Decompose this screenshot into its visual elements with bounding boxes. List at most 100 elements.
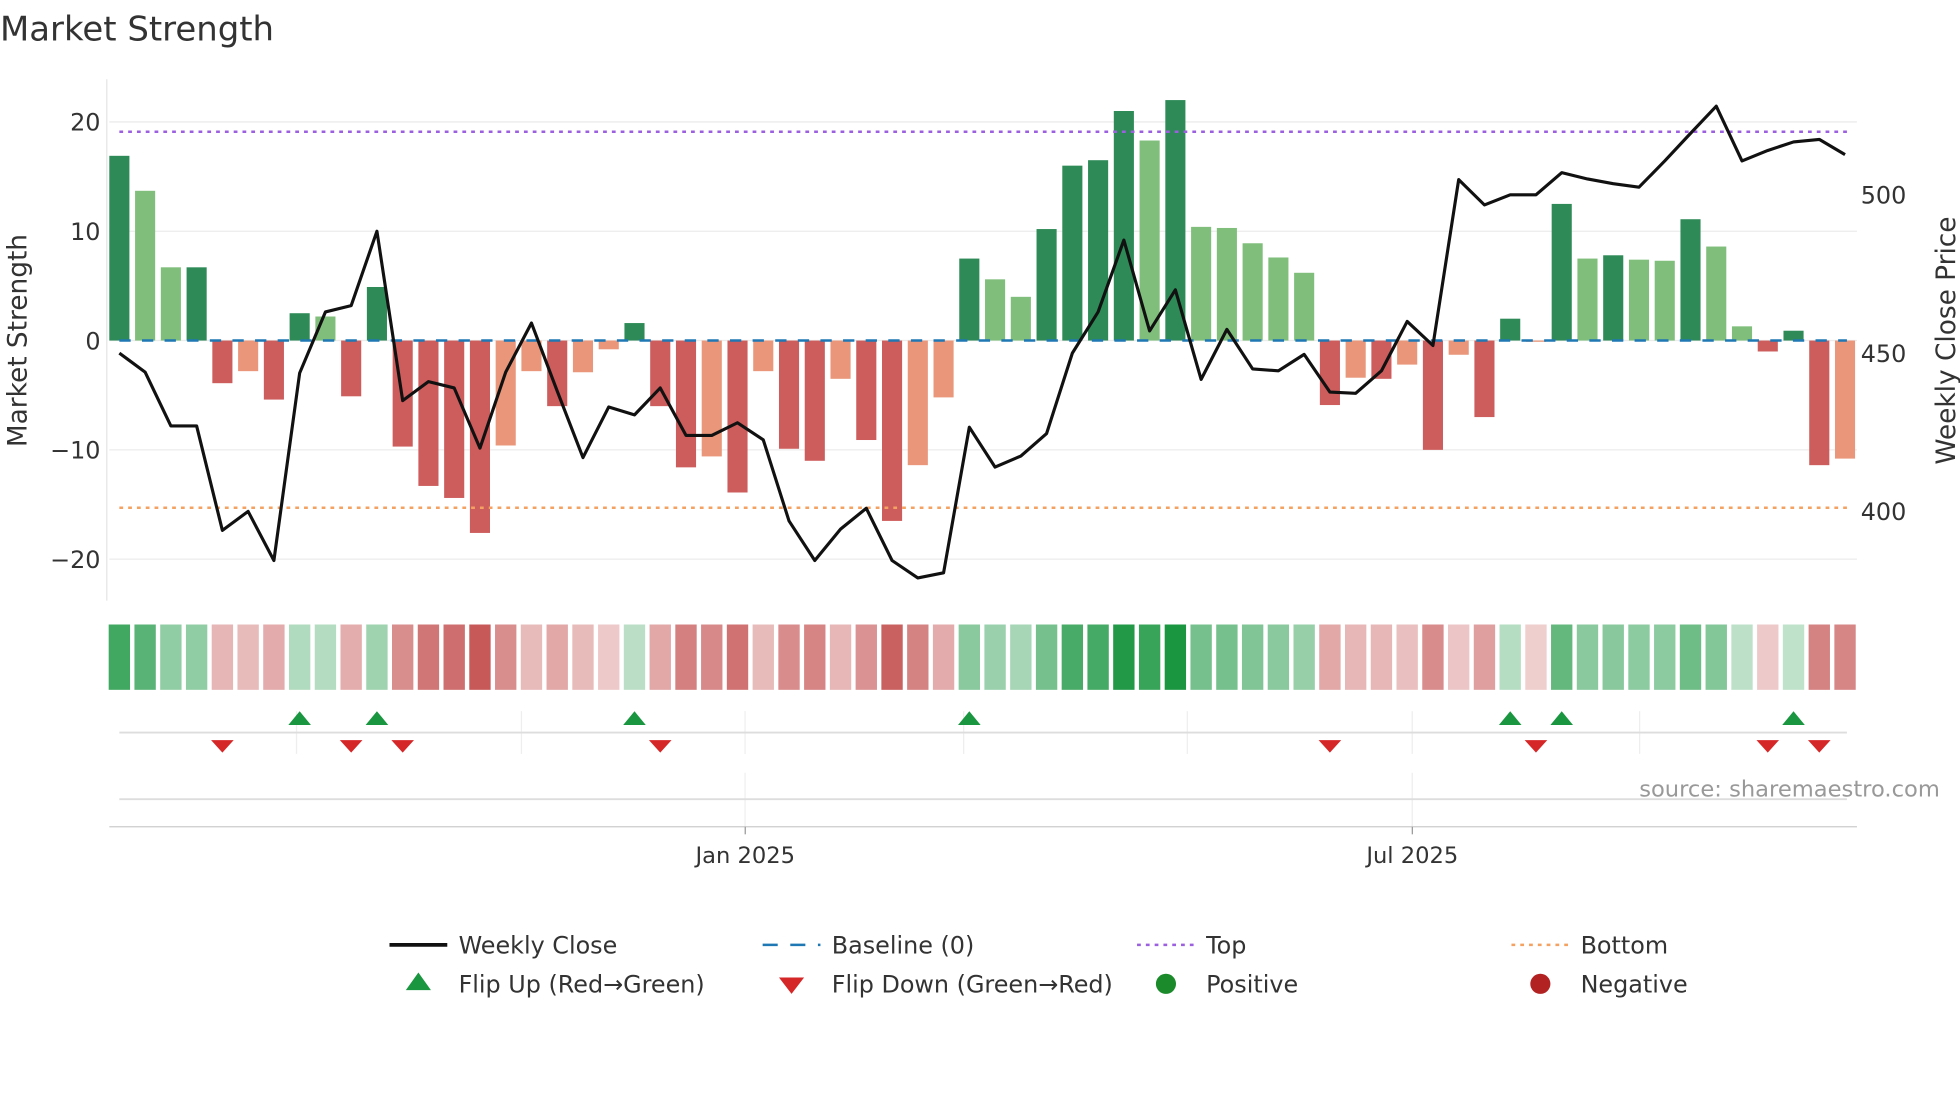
- heat-cell: [1113, 624, 1135, 690]
- heat-cell: [1190, 624, 1212, 690]
- strength-bar: [1448, 340, 1469, 355]
- strength-bar: [289, 313, 310, 341]
- strength-bar: [1062, 165, 1083, 341]
- legend-triangle-down-icon: [778, 977, 805, 994]
- strength-bar: [985, 279, 1006, 341]
- y-tick-label: −10: [50, 437, 100, 465]
- y-axis-label: Market Strength: [3, 234, 33, 447]
- legend-label: Top: [1205, 932, 1246, 960]
- heat-cell: [675, 624, 697, 690]
- strength-bar: [1783, 330, 1804, 341]
- strength-bar: [778, 340, 800, 449]
- heat-cell: [958, 624, 980, 690]
- legend-item[interactable]: Flip Up (Red→Green): [405, 971, 705, 999]
- strength-bar: [933, 340, 954, 398]
- heat-cell: [907, 624, 929, 690]
- heat-cell: [469, 624, 491, 690]
- heat-cell: [1679, 624, 1702, 690]
- heat-cell: [185, 624, 208, 690]
- strength-bar: [1191, 226, 1212, 341]
- legend-label: Flip Down (Green→Red): [832, 971, 1113, 999]
- flip-down-marker: [211, 740, 234, 753]
- heat-cell: [1319, 624, 1341, 690]
- heat-cell: [752, 624, 774, 690]
- heat-cell: [1473, 624, 1496, 690]
- y-tick-label: 20: [70, 109, 100, 137]
- strength-bar: [624, 323, 645, 341]
- legend-item[interactable]: Negative: [1530, 971, 1688, 999]
- legend-item[interactable]: Weekly Close: [389, 932, 617, 960]
- legend-item[interactable]: Baseline (0): [762, 932, 975, 960]
- legend-item[interactable]: Bottom: [1511, 932, 1668, 960]
- heat-cell: [1782, 624, 1805, 690]
- legend-item[interactable]: Flip Down (Green→Red): [778, 971, 1113, 999]
- flip-down-marker: [1524, 740, 1548, 753]
- heat-cell: [1370, 624, 1393, 690]
- strength-bar: [907, 340, 928, 466]
- strength-bar: [1628, 259, 1650, 341]
- legend-circle-icon: [1155, 973, 1176, 994]
- flip-down-marker: [1318, 740, 1342, 753]
- strength-bar: [804, 340, 825, 461]
- heat-cell: [1757, 624, 1779, 690]
- heat-cell: [288, 624, 311, 690]
- strength-bar: [1319, 340, 1340, 406]
- strength-bar: [1654, 260, 1675, 341]
- flip-down-marker: [339, 740, 363, 753]
- strength-heat-strip: [108, 624, 1856, 690]
- legend-item[interactable]: Top: [1137, 932, 1246, 960]
- legend: Weekly Close Baseline (0) Top Bottom Flip Up…: [389, 932, 1688, 999]
- strength-bar: [1036, 229, 1057, 341]
- heat-cell: [804, 624, 826, 690]
- heat-cell: [1551, 624, 1573, 690]
- heat-cell: [572, 624, 594, 690]
- strength-bar: [469, 340, 490, 533]
- chart-title: Market Strength: [0, 9, 274, 48]
- flip-up-marker: [1782, 711, 1805, 726]
- heat-cell: [1267, 624, 1290, 690]
- flip-up-marker: [1550, 711, 1574, 726]
- heat-cell: [443, 624, 465, 690]
- strength-bar: [701, 340, 722, 457]
- legend-label: Bottom: [1581, 932, 1669, 960]
- heat-cell: [829, 624, 852, 690]
- legend-label: Negative: [1581, 971, 1688, 999]
- y2-axis-label: Weekly Close Price: [1932, 216, 1960, 464]
- x-tick-label: Jan 2025: [693, 843, 795, 869]
- heat-cell: [392, 624, 414, 690]
- heat-cell: [778, 624, 800, 690]
- heat-cell: [1087, 624, 1109, 690]
- heat-cell: [984, 624, 1006, 690]
- heat-cell: [263, 624, 285, 690]
- heat-cell: [237, 624, 259, 690]
- heat-cell: [160, 624, 182, 690]
- strength-bar: [1706, 246, 1727, 341]
- heat-cell: [1422, 624, 1444, 690]
- legend-item[interactable]: Positive: [1155, 971, 1298, 999]
- heat-cell: [701, 624, 723, 690]
- strength-bar: [1474, 340, 1495, 418]
- flip-up-marker: [623, 711, 646, 726]
- strength-bar: [160, 267, 181, 341]
- strength-bar: [418, 340, 439, 486]
- y2-tick-label: 500: [1861, 182, 1907, 210]
- heat-cell: [134, 624, 156, 690]
- strength-bar: [856, 340, 877, 441]
- legend-label: Positive: [1206, 971, 1298, 999]
- market-strength-chart: Market Strength Market Strength Weekly C…: [0, 9, 1960, 999]
- strength-bar: [1551, 203, 1572, 341]
- strength-bar: [1680, 219, 1701, 341]
- heat-cell: [1010, 624, 1032, 690]
- legend-circle-icon: [1530, 973, 1551, 994]
- heat-cell: [1705, 624, 1727, 690]
- heat-cell: [417, 624, 440, 690]
- strength-bar: [1757, 340, 1778, 352]
- heat-cell: [1293, 624, 1315, 690]
- heat-cell: [649, 624, 671, 690]
- heat-cell: [1035, 624, 1058, 690]
- strength-bar: [1397, 340, 1418, 365]
- heat-cell: [623, 624, 646, 690]
- heat-cell: [1628, 624, 1650, 690]
- strength-bar: [1809, 340, 1830, 466]
- strength-bar: [366, 286, 387, 341]
